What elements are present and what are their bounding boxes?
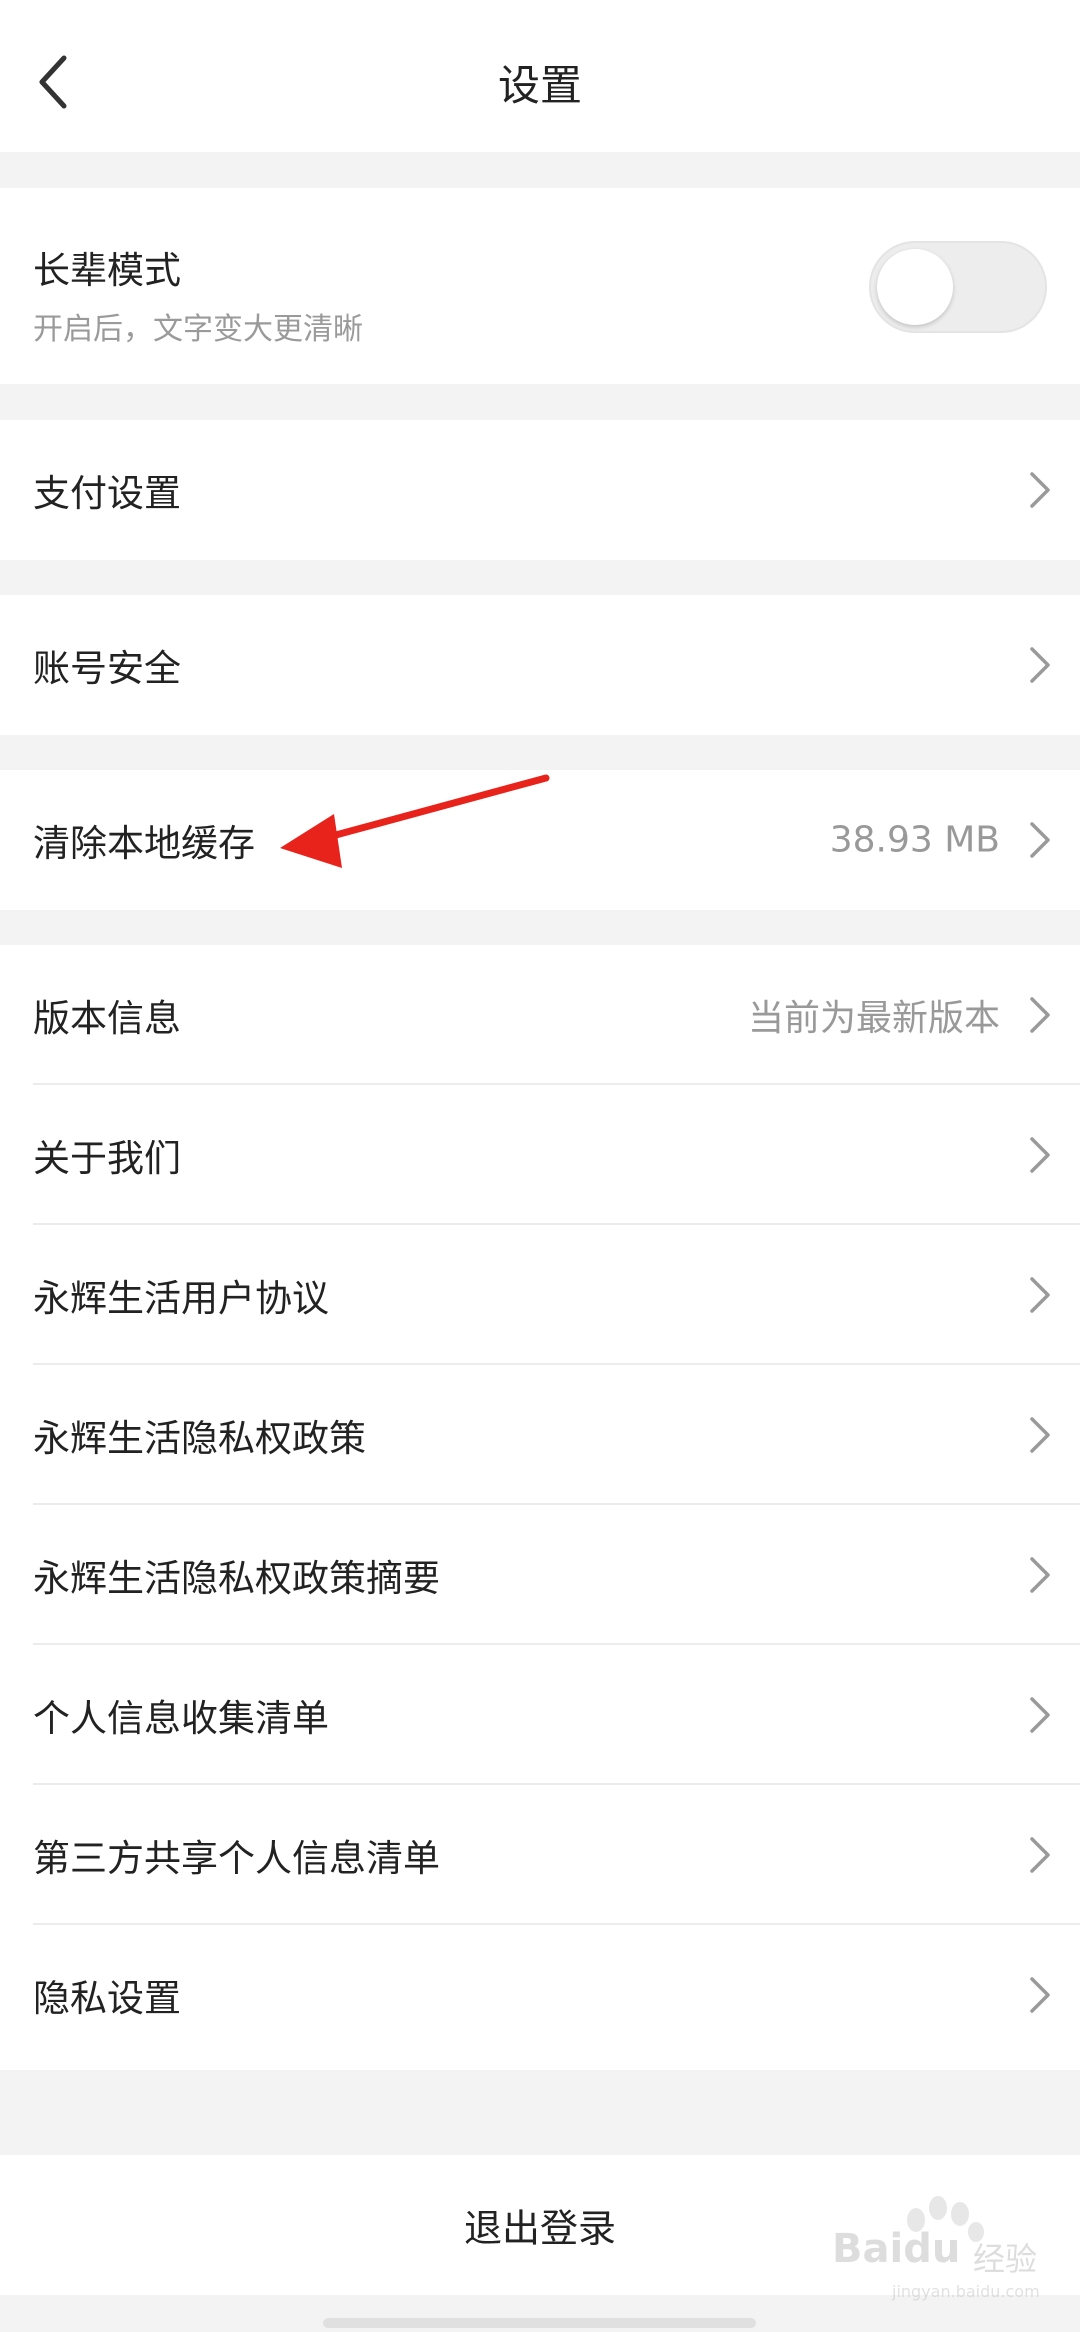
chevron-right-icon xyxy=(1030,1277,1050,1313)
account-security-row[interactable]: 账号安全 xyxy=(0,595,1080,735)
list-item-label: 关于我们 xyxy=(33,1137,181,1180)
chevron-right-icon xyxy=(1030,1137,1050,1173)
cache-size-value: 38.93 MB xyxy=(829,819,1000,861)
info-list: 版本信息 当前为最新版本 关于我们 永辉生活用户协议 永辉生活隐私权政策 永辉生… xyxy=(0,945,1080,2070)
elder-mode-row: 长辈模式 开启后，文字变大更清晰 xyxy=(0,188,1080,384)
list-item-label: 永辉生活隐私权政策 xyxy=(33,1417,366,1460)
payment-settings-label: 支付设置 xyxy=(33,472,181,515)
privacy-settings-row[interactable]: 隐私设置 xyxy=(0,1925,1080,2065)
watermark-brand: Baidu xyxy=(832,2226,961,2272)
elder-mode-title: 长辈模式 xyxy=(33,249,181,292)
elder-mode-subtitle: 开启后，文字变大更清晰 xyxy=(33,312,363,347)
list-item-label: 个人信息收集清单 xyxy=(33,1697,329,1740)
watermark-brand-cn: 经验 xyxy=(973,2240,1038,2278)
personal-info-collection-row[interactable]: 个人信息收集清单 xyxy=(0,1645,1080,1785)
third-party-sharing-row[interactable]: 第三方共享个人信息清单 xyxy=(0,1785,1080,1925)
list-item-label: 隐私设置 xyxy=(33,1977,181,2020)
list-item-label: 第三方共享个人信息清单 xyxy=(33,1837,440,1880)
nav-header: 设置 xyxy=(0,0,1080,152)
clear-cache-label: 清除本地缓存 xyxy=(33,822,255,865)
version-status-value: 当前为最新版本 xyxy=(747,998,1000,1039)
chevron-right-icon xyxy=(1030,822,1050,858)
watermark-url: jingyan.baidu.com xyxy=(892,2282,1040,2301)
version-info-row[interactable]: 版本信息 当前为最新版本 xyxy=(0,945,1080,1085)
chevron-right-icon xyxy=(1030,1837,1050,1873)
chevron-right-icon xyxy=(1030,1417,1050,1453)
chevron-right-icon xyxy=(1030,1557,1050,1593)
chevron-right-icon xyxy=(1030,647,1050,683)
privacy-policy-summary-row[interactable]: 永辉生活隐私权政策摘要 xyxy=(0,1505,1080,1645)
toggle-knob xyxy=(877,249,953,325)
list-item-label: 永辉生活隐私权政策摘要 xyxy=(33,1557,440,1600)
about-us-row[interactable]: 关于我们 xyxy=(0,1085,1080,1225)
watermark: Baidu 经验 jingyan.baidu.com xyxy=(820,2196,1060,2310)
payment-settings-row[interactable]: 支付设置 xyxy=(0,420,1080,560)
chevron-right-icon xyxy=(1030,1977,1050,2013)
annotation-arrow xyxy=(280,774,550,868)
chevron-right-icon xyxy=(1030,997,1050,1033)
list-item-label: 版本信息 xyxy=(33,997,181,1040)
elder-mode-toggle[interactable] xyxy=(869,241,1047,333)
privacy-policy-row[interactable]: 永辉生活隐私权政策 xyxy=(0,1365,1080,1505)
list-item-label: 永辉生活用户协议 xyxy=(33,1277,329,1320)
user-agreement-row[interactable]: 永辉生活用户协议 xyxy=(0,1225,1080,1365)
chevron-right-icon xyxy=(1030,1697,1050,1733)
chevron-right-icon xyxy=(1030,472,1050,508)
account-security-label: 账号安全 xyxy=(33,647,181,690)
page-title: 设置 xyxy=(497,61,582,110)
home-indicator xyxy=(323,2318,756,2328)
